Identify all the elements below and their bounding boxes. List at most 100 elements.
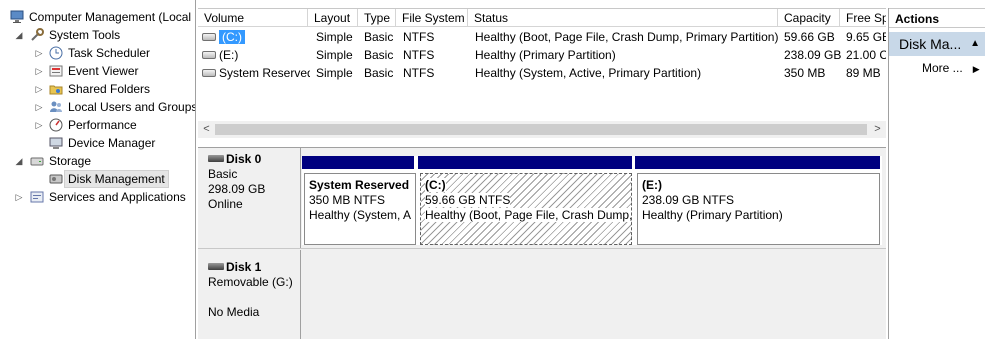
layout-cell: Simple bbox=[316, 66, 353, 80]
disk-type: Removable (G:) bbox=[208, 275, 293, 289]
system-tools-icon bbox=[30, 28, 44, 42]
file-system-cell: NTFS bbox=[403, 48, 435, 62]
tree-label: Storage bbox=[49, 154, 92, 168]
column-header-type[interactable]: Type bbox=[358, 9, 396, 27]
services-icon bbox=[30, 190, 44, 204]
scroll-right-arrow-icon[interactable]: > bbox=[869, 121, 886, 138]
column-header-layout[interactable]: Layout bbox=[308, 9, 358, 27]
column-header-capacity[interactable]: Capacity bbox=[778, 9, 840, 27]
partition-size: 59.66 GB NTFS bbox=[425, 193, 511, 207]
disk-0-partitions: System Reserved 350 MB NTFS Healthy (Sys… bbox=[302, 156, 882, 245]
volume-row[interactable]: System Reserved Simple Basic NTFS Health… bbox=[198, 64, 886, 82]
tree-label: Computer Management (Local bbox=[29, 10, 192, 24]
task-scheduler-icon bbox=[49, 46, 63, 60]
type-cell: Basic bbox=[364, 48, 394, 62]
actions-header: Actions bbox=[889, 8, 985, 28]
partition-status: Healthy (Boot, Page File, Crash Dump, bbox=[425, 208, 632, 222]
disk-type: Basic bbox=[208, 167, 238, 181]
volume-drive-icon bbox=[202, 68, 216, 77]
capacity-cell: 59.66 GB bbox=[784, 30, 835, 44]
partition-name: (C:) bbox=[425, 178, 446, 192]
volume-name-cell: (E:) bbox=[202, 46, 310, 64]
layout-cell: Simple bbox=[316, 30, 353, 44]
tree-label: Services and Applications bbox=[49, 190, 186, 204]
disk-1-partitions bbox=[302, 250, 886, 339]
actions-section-label: Disk Ma... bbox=[899, 36, 962, 52]
free-space-cell: 21.00 C bbox=[846, 48, 886, 62]
performance-icon bbox=[49, 118, 63, 132]
shared-folder-icon bbox=[49, 82, 63, 96]
collapse-arrow-icon[interactable]: ◢ bbox=[14, 152, 24, 170]
file-system-cell: NTFS bbox=[403, 66, 435, 80]
partition-name: System Reserved bbox=[309, 178, 410, 192]
disk-separator bbox=[198, 248, 886, 249]
partition-bar bbox=[302, 156, 414, 169]
partition-system-reserved[interactable]: System Reserved 350 MB NTFS Healthy (Sys… bbox=[304, 173, 416, 245]
expand-arrow-icon[interactable]: ▷ bbox=[34, 62, 44, 80]
collapse-up-arrow-icon[interactable]: ▲ bbox=[970, 32, 980, 56]
horizontal-scrollbar[interactable]: < > bbox=[198, 121, 886, 138]
partition-status: Healthy (Primary Partition) bbox=[642, 208, 783, 222]
partition-bar bbox=[418, 156, 632, 169]
console-tree: Computer Management (Local ◢ System Tool… bbox=[0, 0, 196, 339]
computer-management-icon bbox=[10, 10, 24, 24]
column-header-volume[interactable]: Volume bbox=[198, 9, 308, 27]
expand-arrow-icon[interactable]: ▷ bbox=[34, 116, 44, 134]
storage-icon bbox=[30, 154, 44, 168]
disk-name: Disk 1 bbox=[226, 260, 262, 274]
disk-size: 298.09 GB bbox=[208, 182, 266, 196]
tree-label: Task Scheduler bbox=[68, 46, 151, 60]
scrollbar-thumb[interactable] bbox=[215, 124, 867, 135]
file-system-cell: NTFS bbox=[403, 30, 435, 44]
tree-label: Local Users and Groups bbox=[68, 100, 196, 114]
partition-e[interactable]: (E:) 238.09 GB NTFS Healthy (Primary Par… bbox=[637, 173, 880, 245]
volume-name: (E:) bbox=[219, 48, 239, 62]
status-cell: Healthy (Boot, Page File, Crash Dump, Pr… bbox=[475, 30, 779, 44]
disk-state: No Media bbox=[208, 305, 260, 319]
status-cell: Healthy (Primary Partition) bbox=[475, 48, 616, 62]
volume-name: System Reserved bbox=[219, 66, 310, 80]
submenu-arrow-icon: ▶ bbox=[972, 64, 980, 74]
disk-1-label[interactable]: Disk 1 Removable (G:) No Media bbox=[198, 250, 301, 339]
volume-row[interactable]: (C:) Simple Basic NTFS Healthy (Boot, Pa… bbox=[198, 28, 886, 46]
actions-section-disk-management[interactable]: Disk Ma... ▲ bbox=[889, 32, 985, 56]
layout-cell: Simple bbox=[316, 48, 353, 62]
expand-arrow-icon[interactable]: ▷ bbox=[34, 44, 44, 62]
disk-0-label[interactable]: Disk 0 Basic 298.09 GB Online bbox=[198, 148, 301, 248]
expand-arrow-icon[interactable]: ▷ bbox=[34, 80, 44, 98]
event-viewer-icon bbox=[49, 64, 63, 78]
column-header-file-system[interactable]: File System bbox=[396, 9, 468, 27]
capacity-cell: 350 MB bbox=[784, 66, 826, 80]
users-icon bbox=[49, 100, 63, 114]
partition-bar bbox=[635, 156, 880, 169]
expand-arrow-icon[interactable]: ▷ bbox=[14, 188, 24, 206]
volume-row[interactable]: (E:) Simple Basic NTFS Healthy (Primary … bbox=[198, 46, 886, 64]
type-cell: Basic bbox=[364, 30, 394, 44]
tree-label: Disk Management bbox=[64, 170, 169, 188]
actions-pane: Actions Disk Ma... ▲ More ... ▶ bbox=[888, 8, 985, 339]
expand-arrow-icon[interactable]: ▷ bbox=[34, 98, 44, 116]
more-actions-link[interactable]: More ... ▶ bbox=[922, 59, 980, 77]
partition-c[interactable]: (C:) 59.66 GB NTFS Healthy (Boot, Page F… bbox=[420, 173, 632, 245]
collapse-arrow-icon[interactable]: ◢ bbox=[14, 26, 24, 44]
volume-name-cell: System Reserved bbox=[202, 64, 310, 82]
more-actions-label: More ... bbox=[922, 61, 963, 75]
capacity-cell: 238.09 GB bbox=[784, 48, 842, 62]
partition-status: Healthy (System, A bbox=[309, 208, 412, 222]
column-header-free-space[interactable]: Free Sp bbox=[840, 9, 886, 27]
tree-label: Event Viewer bbox=[68, 64, 139, 78]
hard-disk-icon bbox=[208, 155, 224, 163]
partition-size: 350 MB NTFS bbox=[309, 193, 386, 207]
type-cell: Basic bbox=[364, 66, 394, 80]
column-header-status[interactable]: Status bbox=[468, 9, 778, 27]
volume-name: (C:) bbox=[219, 30, 245, 44]
scroll-left-arrow-icon[interactable]: < bbox=[198, 121, 215, 138]
disk-state: Online bbox=[208, 197, 243, 211]
free-space-cell: 9.65 GE bbox=[846, 30, 886, 44]
partition-size: 238.09 GB NTFS bbox=[642, 193, 735, 207]
partition-name: (E:) bbox=[642, 178, 662, 192]
volume-list: Volume Layout Type File System Status Ca… bbox=[198, 8, 886, 146]
tree-label: Device Manager bbox=[68, 136, 156, 150]
graphical-disk-view: Disk 0 Basic 298.09 GB Online System Res… bbox=[198, 147, 886, 339]
device-manager-icon bbox=[49, 136, 63, 150]
